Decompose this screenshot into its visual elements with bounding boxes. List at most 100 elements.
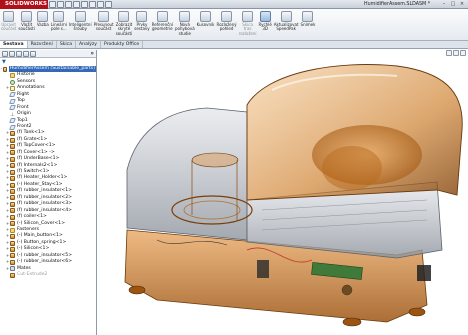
ribbon-button-label: Prvky sestavy bbox=[134, 22, 150, 32]
folder-icon bbox=[10, 73, 15, 79]
ribbon-button-label: Rychlé 3D bbox=[258, 22, 272, 32]
logo-text: SOLIDWORKS bbox=[5, 1, 47, 7]
part-icon bbox=[10, 221, 15, 227]
ribbon-button-label: Nová pohybová studie bbox=[174, 22, 195, 36]
ribbon-button[interactable]: Zobrazit skryté součásti bbox=[115, 11, 133, 36]
plane-icon bbox=[9, 98, 16, 104]
part-icon bbox=[10, 259, 15, 265]
ribbon-button[interactable]: Kusovník bbox=[197, 11, 215, 27]
part-icon bbox=[10, 156, 15, 162]
maximize-button[interactable]: □ bbox=[449, 1, 457, 8]
ribbon-button-label: Snímek bbox=[300, 22, 316, 27]
part-icon bbox=[10, 137, 15, 143]
dimxpert-icon[interactable] bbox=[23, 50, 29, 57]
graphics-area[interactable] bbox=[97, 50, 468, 335]
ribbon-button[interactable]: Nová pohybová studie bbox=[175, 11, 195, 36]
plane-icon bbox=[9, 92, 16, 98]
asm-icon bbox=[3, 66, 7, 72]
ribbon-button-label: Skica tras rozložení bbox=[238, 22, 257, 36]
rebuild-icon[interactable] bbox=[97, 0, 104, 8]
command-tabs: Sestava Rozvržení Skica Analýzy Produkty Off… bbox=[0, 41, 468, 49]
part-icon bbox=[10, 195, 15, 201]
note-icon bbox=[10, 86, 15, 92]
chevron-right-icon[interactable]: » bbox=[90, 50, 94, 57]
command-manager-ribbon: Upravit součást Vložit součásti Vazba Lineá… bbox=[0, 9, 468, 41]
zoom-icon[interactable] bbox=[446, 50, 452, 56]
undo-icon[interactable] bbox=[81, 0, 88, 8]
ribbon-button-icon bbox=[136, 11, 148, 22]
ribbon-button-icon bbox=[242, 11, 254, 22]
tree-item[interactable]: - HumidifierAssem (Sustainable_parts) bbox=[0, 66, 96, 73]
part-icon bbox=[10, 214, 15, 220]
origin-icon: ⊥ bbox=[10, 111, 15, 118]
part-icon bbox=[10, 131, 15, 137]
tab-2[interactable]: Skica bbox=[57, 41, 77, 48]
ribbon-button[interactable]: Rozložený pohled bbox=[217, 11, 237, 32]
save-icon[interactable] bbox=[65, 0, 72, 8]
ribbon-button-icon bbox=[37, 11, 49, 22]
open-icon[interactable] bbox=[57, 0, 64, 8]
part-icon bbox=[10, 163, 15, 169]
ribbon-button-label: Vložit součásti bbox=[18, 22, 35, 32]
minimize-button[interactable]: – bbox=[440, 1, 448, 8]
ribbon-button[interactable]: Rychlé 3D bbox=[259, 11, 272, 32]
ribbon-button-icon bbox=[221, 11, 233, 22]
ribbon-button[interactable]: Vazba bbox=[37, 11, 49, 27]
ribbon-button-label: Referenční geometrie bbox=[151, 22, 173, 32]
part-icon bbox=[10, 169, 15, 175]
tree-item[interactable]: Cut-Extrude2 bbox=[0, 272, 96, 278]
ribbon-button-icon bbox=[53, 11, 65, 22]
feature-tree-icon[interactable] bbox=[2, 50, 8, 57]
print-icon[interactable] bbox=[73, 0, 80, 8]
tab-3[interactable]: Analýzy bbox=[76, 41, 102, 48]
select-icon[interactable] bbox=[89, 0, 96, 8]
options-icon[interactable] bbox=[105, 0, 112, 8]
ribbon-button[interactable]: Snímek bbox=[300, 11, 316, 27]
filter-icon[interactable]: ▼ bbox=[2, 59, 6, 65]
property-manager-icon[interactable] bbox=[9, 50, 15, 57]
tab-4[interactable]: Produkty Office bbox=[101, 41, 144, 48]
feature-manager-toolbar: » bbox=[0, 50, 97, 58]
tree-filter-row: ▼ bbox=[0, 58, 97, 66]
ribbon-button[interactable]: Přesunout součást bbox=[94, 11, 114, 32]
ribbon-button-icon bbox=[302, 11, 314, 22]
ribbon-button[interactable]: Referenční geometrie bbox=[152, 11, 173, 32]
tab-1[interactable]: Rozvržení bbox=[28, 41, 57, 48]
feature-manager-tree: - HumidifierAssem (Sustainable_parts) Hist… bbox=[0, 66, 97, 335]
solidworks-logo[interactable]: SOLIDWORKS bbox=[0, 0, 48, 9]
part-icon bbox=[10, 240, 15, 246]
ribbon-button[interactable]: Aktualizovat SpeedPak bbox=[274, 11, 299, 32]
ribbon-button[interactable]: Vložit součásti bbox=[18, 11, 35, 32]
ribbon-button[interactable]: Upravit součást bbox=[1, 11, 16, 32]
ribbon-button-icon bbox=[118, 11, 130, 22]
view-toolbar bbox=[434, 50, 468, 58]
part-icon bbox=[10, 143, 15, 149]
ribbon-button-label: Přesunout součást bbox=[93, 22, 114, 32]
part-icon bbox=[10, 176, 15, 182]
display-style-icon[interactable] bbox=[460, 50, 466, 56]
humidifier-3d-model bbox=[124, 64, 463, 327]
ribbon-button-icon bbox=[3, 11, 15, 22]
ribbon-button-icon bbox=[98, 11, 110, 22]
ribbon-button-label: Aktualizovat SpeedPak bbox=[273, 22, 299, 32]
ribbon-button[interactable]: Prvky sestavy bbox=[134, 11, 150, 32]
part-icon bbox=[10, 189, 15, 195]
plane-icon bbox=[9, 105, 16, 111]
ribbon-button-label: Zobrazit skryté součásti bbox=[115, 22, 133, 36]
plane-icon bbox=[9, 124, 16, 130]
configuration-manager-icon[interactable] bbox=[16, 50, 22, 57]
ribbon-button-label: Rozložený pohled bbox=[216, 22, 237, 32]
new-icon[interactable] bbox=[49, 0, 56, 8]
view-orientation-icon[interactable] bbox=[453, 50, 459, 56]
tab-0[interactable]: Sestava bbox=[0, 41, 28, 48]
display-manager-icon[interactable] bbox=[30, 50, 36, 57]
tree-item-label: Cut-Extrude2 bbox=[17, 272, 48, 277]
ribbon-button[interactable]: Inteligentní šrouby bbox=[69, 11, 92, 32]
document-title: HumidifierAssem.SLDASM * bbox=[364, 2, 431, 7]
ribbon-button[interactable]: Skica tras rozložení bbox=[239, 11, 257, 36]
ribbon-button-icon bbox=[259, 11, 271, 22]
part-icon bbox=[10, 234, 15, 240]
part-icon bbox=[10, 253, 15, 259]
ribbon-button[interactable]: Lineární pole s... bbox=[51, 11, 67, 32]
close-button[interactable]: × bbox=[458, 1, 466, 8]
